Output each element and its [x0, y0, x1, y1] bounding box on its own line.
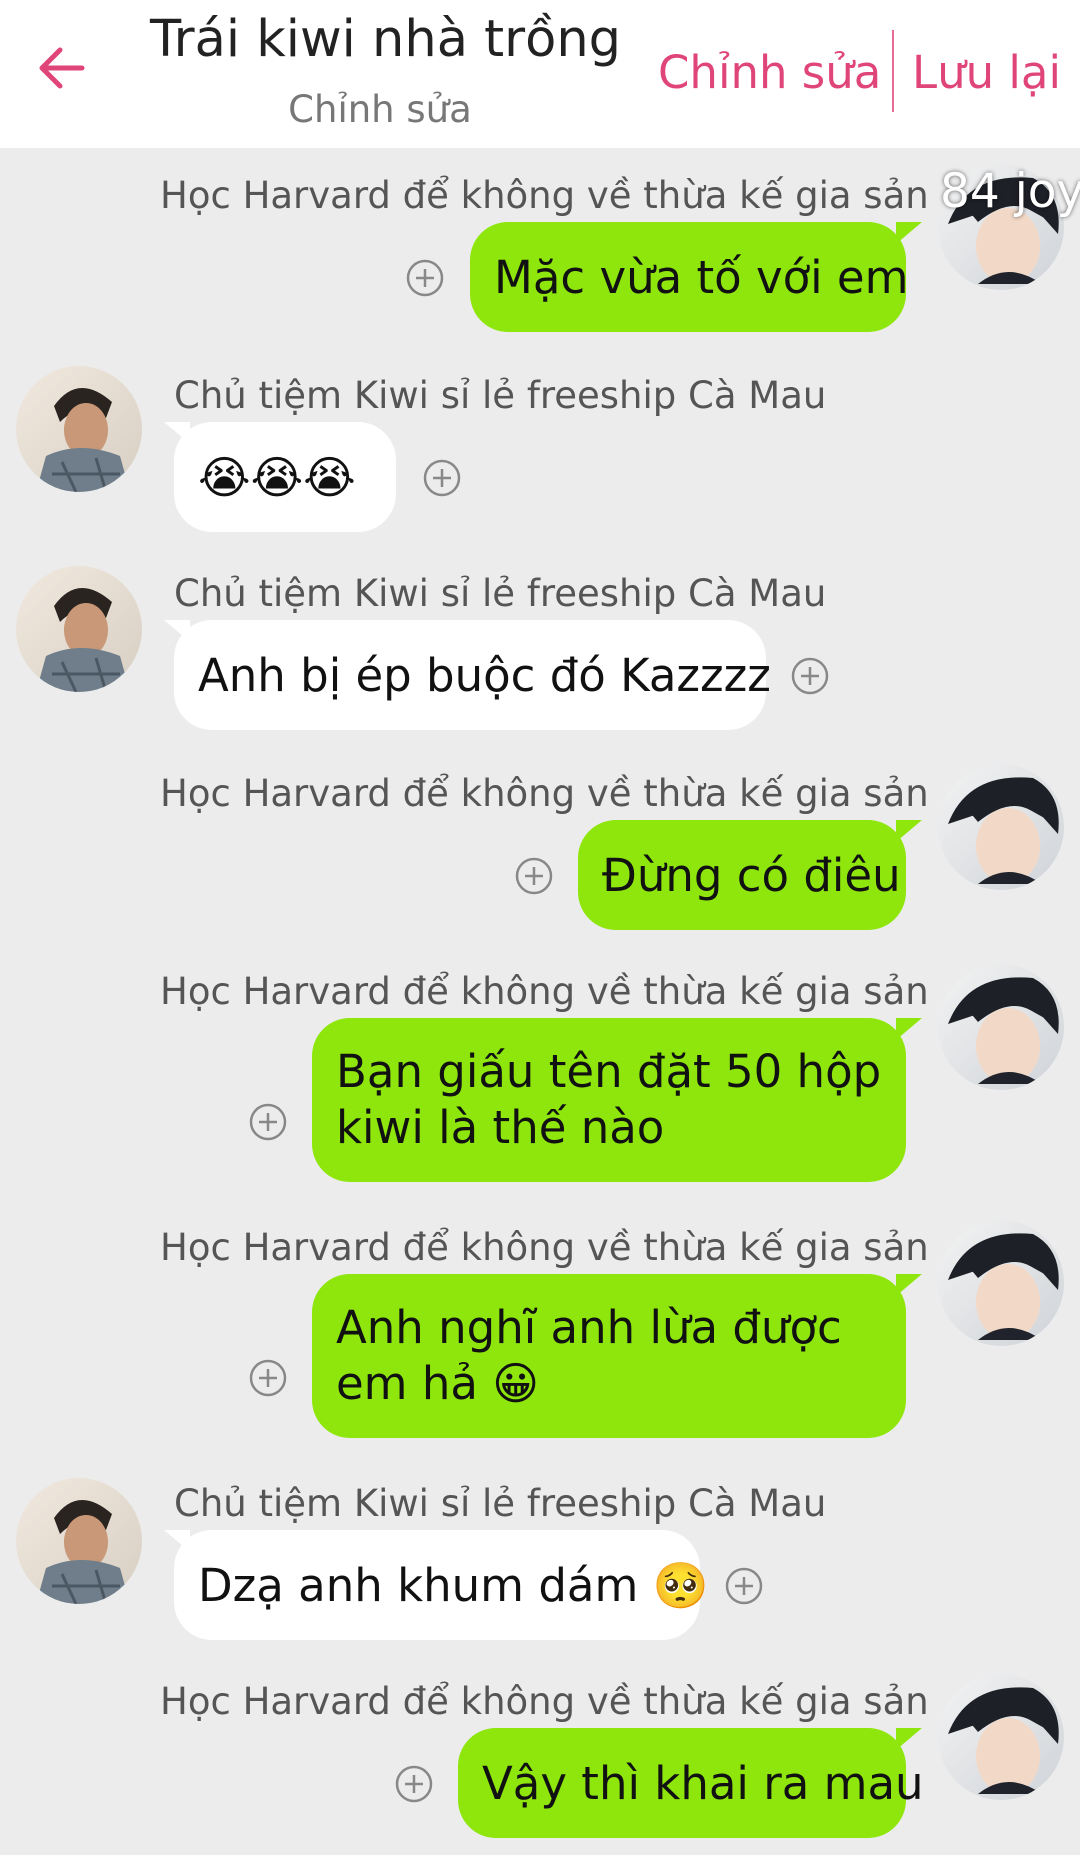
- message-bubble[interactable]: Anh nghĩ anh lừa được em hả 😀: [312, 1274, 906, 1438]
- message-line: em hả 😀: [336, 1357, 540, 1410]
- message-bubble[interactable]: 😭😭😭: [174, 422, 396, 532]
- avatar[interactable]: [16, 366, 142, 492]
- overlay-caption: 84 joy: [940, 164, 1080, 219]
- message-line: Anh nghĩ anh lừa được: [336, 1301, 842, 1354]
- avatar[interactable]: [938, 1674, 1064, 1800]
- sender-name: Học Harvard để không về thừa kế gia sản: [160, 772, 929, 815]
- add-reaction-icon[interactable]: [422, 458, 462, 498]
- header-divider: [892, 30, 894, 112]
- add-reaction-icon[interactable]: [405, 258, 445, 298]
- bubble-tail: [896, 820, 922, 842]
- add-reaction-icon[interactable]: [724, 1566, 764, 1606]
- sender-name: Học Harvard để không về thừa kế gia sản: [160, 1680, 929, 1723]
- sender-name: Chủ tiệm Kiwi sỉ lẻ freeship Cà Mau: [174, 1482, 827, 1525]
- sender-name: Học Harvard để không về thừa kế gia sản: [160, 174, 929, 217]
- top-bar: Trái kiwi nhà trồng Chỉnh sửa Chỉnh sửa …: [0, 0, 1080, 148]
- add-reaction-icon[interactable]: [394, 1764, 434, 1804]
- sender-name: Chủ tiệm Kiwi sỉ lẻ freeship Cà Mau: [174, 572, 827, 615]
- add-reaction-icon[interactable]: [514, 856, 554, 896]
- sender-name: Học Harvard để không về thừa kế gia sản: [160, 970, 929, 1013]
- message-line: kiwi là thế nào: [336, 1101, 665, 1154]
- message-bubble[interactable]: Mặc vừa tố với em: [470, 222, 908, 332]
- chat-subtitle: Chỉnh sửa: [288, 88, 472, 131]
- back-arrow-icon[interactable]: [30, 36, 94, 100]
- bubble-tail: [896, 1728, 922, 1750]
- avatar[interactable]: [938, 964, 1064, 1090]
- avatar[interactable]: [16, 566, 142, 692]
- edit-button[interactable]: Chỉnh sửa: [658, 46, 881, 99]
- avatar[interactable]: [938, 764, 1064, 890]
- add-reaction-icon[interactable]: [248, 1102, 288, 1142]
- chat-title: Trái kiwi nhà trồng: [150, 10, 622, 69]
- bubble-tail: [896, 1274, 922, 1296]
- message-bubble[interactable]: Anh bị ép buộc đó Kazzzz: [174, 620, 771, 730]
- avatar[interactable]: [938, 1220, 1064, 1346]
- message-bubble[interactable]: Dzạ anh khum dám 🥺: [174, 1530, 709, 1640]
- sender-name: Chủ tiệm Kiwi sỉ lẻ freeship Cà Mau: [174, 374, 827, 417]
- bubble-tail: [896, 1018, 922, 1040]
- message-bubble[interactable]: Vậy thì khai ra mau: [458, 1728, 924, 1838]
- bubble-tail: [896, 222, 922, 244]
- add-reaction-icon[interactable]: [248, 1358, 288, 1398]
- add-reaction-icon[interactable]: [790, 656, 830, 696]
- sender-name: Học Harvard để không về thừa kế gia sản: [160, 1226, 929, 1269]
- message-line: Bạn giấu tên đặt 50 hộp: [336, 1045, 882, 1098]
- message-bubble[interactable]: Đừng có điêu: [578, 820, 906, 930]
- message-bubble[interactable]: Bạn giấu tên đặt 50 hộp kiwi là thế nào: [312, 1018, 906, 1182]
- avatar[interactable]: [16, 1478, 142, 1604]
- save-button[interactable]: Lưu lại: [912, 46, 1061, 99]
